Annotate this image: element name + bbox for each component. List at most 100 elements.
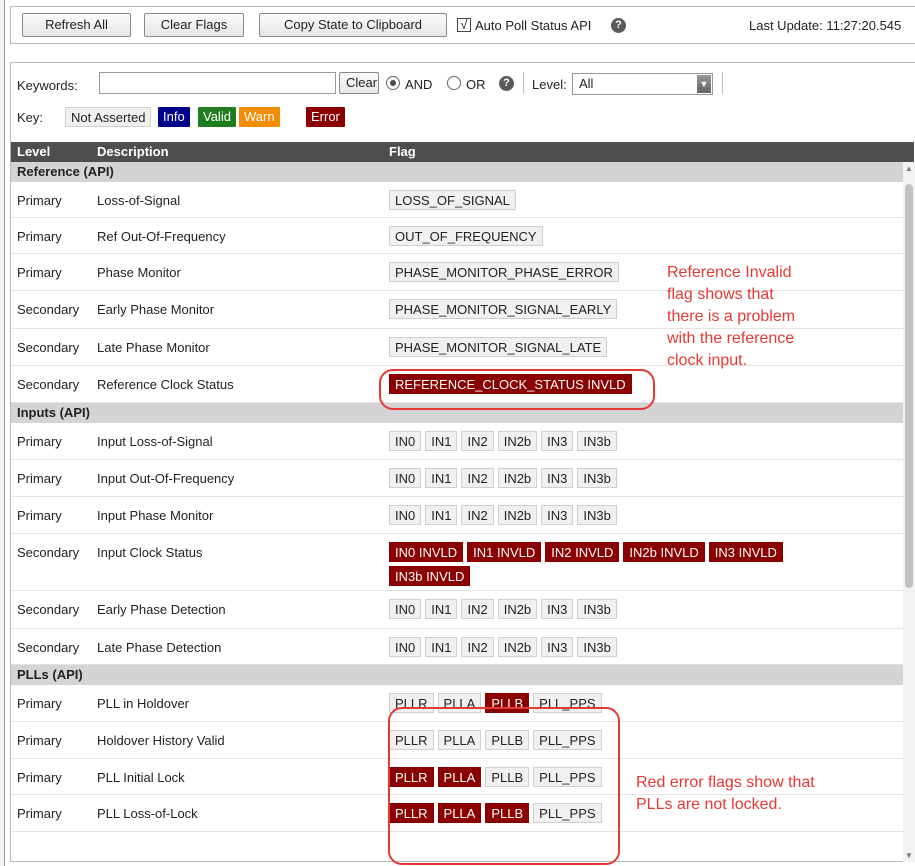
table-header: Level Description Flag bbox=[11, 142, 914, 162]
separator bbox=[722, 72, 723, 94]
flag-badge: IN0 bbox=[389, 468, 422, 488]
flag-badge: IN1 INVLD bbox=[467, 542, 542, 562]
row-description: Input Loss-of-Signal bbox=[97, 434, 213, 449]
row-description: Early Phase Monitor bbox=[97, 302, 215, 317]
copy-state-button[interactable]: Copy State to Clipboard bbox=[259, 13, 447, 37]
annotation-line: Red error flags show that bbox=[636, 774, 815, 791]
filter-help-icon[interactable]: ? bbox=[499, 76, 514, 91]
or-label: OR bbox=[466, 77, 486, 92]
row-flags: IN0 IN1 IN2 IN2b IN3 IN3b bbox=[389, 505, 859, 529]
flag-badge: IN2 bbox=[461, 637, 494, 657]
description-column-header: Description bbox=[97, 144, 169, 159]
level-select-value: All bbox=[579, 76, 594, 91]
scroll-down-icon[interactable]: ▼ bbox=[904, 851, 914, 860]
flag-badge: IN2b bbox=[497, 431, 538, 451]
row-level: Secondary bbox=[17, 377, 80, 392]
scrollbar-thumb[interactable] bbox=[905, 184, 913, 588]
flag-badge: PHASE_MONITOR_SIGNAL_LATE bbox=[389, 337, 608, 357]
key-label: Key: bbox=[17, 110, 44, 125]
flag-badge: IN3 bbox=[541, 468, 574, 488]
flag-badge: IN2 bbox=[461, 468, 494, 488]
flag-badge: IN3 bbox=[541, 431, 574, 451]
flag-badge: IN1 bbox=[425, 505, 458, 525]
clear-flags-button[interactable]: Clear Flags bbox=[144, 13, 244, 37]
row-description: Reference Clock Status bbox=[97, 377, 234, 392]
row-description: Input Phase Monitor bbox=[97, 508, 214, 523]
row-level: Primary bbox=[17, 770, 62, 785]
flag-badge: IN3 INVLD bbox=[708, 542, 783, 562]
flag-badge: IN0 bbox=[389, 505, 422, 525]
clear-keywords-button[interactable]: Clear bbox=[339, 72, 379, 94]
help-icon[interactable]: ? bbox=[611, 18, 626, 33]
flag-badge: IN2b bbox=[497, 637, 538, 657]
pll-error-annotation: Red error flags show that PLLs are not lo… bbox=[636, 772, 815, 816]
or-radio[interactable] bbox=[447, 76, 461, 90]
flag-badge: IN2 bbox=[461, 599, 494, 619]
row-flags: IN0 INVLD IN1 INVLD IN2 INVLD IN2b INVLD IN3… bbox=[389, 542, 859, 590]
flag-badge: IN3b bbox=[577, 505, 617, 525]
table-row: Primary Input Loss-of-Signal IN0 IN1 IN2 IN2b… bbox=[11, 423, 904, 460]
flag-badge: PHASE_MONITOR_SIGNAL_EARLY bbox=[389, 299, 618, 319]
row-level: Primary bbox=[17, 508, 62, 523]
row-description: Late Phase Detection bbox=[97, 640, 222, 655]
key-valid-badge: Valid bbox=[198, 107, 236, 127]
group-header: PLLs (API) bbox=[11, 665, 904, 685]
flag-badge: IN2b bbox=[497, 599, 538, 619]
flag-badge: PHASE_MONITOR_PHASE_ERROR bbox=[389, 262, 619, 282]
separator bbox=[523, 72, 524, 94]
row-level: Primary bbox=[17, 193, 62, 208]
flag-badge: IN2 INVLD bbox=[545, 542, 620, 562]
and-radio[interactable] bbox=[386, 76, 400, 90]
keywords-label: Keywords: bbox=[17, 78, 78, 93]
row-description: Late Phase Monitor bbox=[97, 340, 210, 355]
flag-badge: IN2 bbox=[461, 505, 494, 525]
flag-badge: IN3b bbox=[577, 599, 617, 619]
table-row: Secondary Input Clock Status IN0 INVLD IN1 … bbox=[11, 534, 904, 591]
keywords-input[interactable] bbox=[99, 72, 336, 94]
annotation-line: there is a problem bbox=[667, 308, 796, 325]
row-level: Primary bbox=[17, 733, 62, 748]
flag-badge: IN2b INVLD bbox=[623, 542, 705, 562]
flag-badge: IN0 bbox=[389, 637, 422, 657]
flag-badge: IN0 bbox=[389, 599, 422, 619]
row-level: Secondary bbox=[17, 545, 80, 560]
scroll-up-icon[interactable]: ▲ bbox=[904, 164, 914, 173]
row-level: Primary bbox=[17, 434, 62, 449]
row-flags: IN0 IN1 IN2 IN2b IN3 IN3b bbox=[389, 599, 859, 623]
auto-poll-checkbox[interactable]: √ bbox=[457, 18, 471, 32]
and-label: AND bbox=[405, 77, 433, 92]
row-description: PLL Loss-of-Lock bbox=[97, 806, 198, 821]
row-description: Input Out-Of-Frequency bbox=[97, 471, 235, 486]
flag-badge: IN1 bbox=[425, 599, 458, 619]
row-description: Ref Out-Of-Frequency bbox=[97, 229, 226, 244]
flag-badge: IN3b bbox=[577, 431, 617, 451]
vertical-scrollbar[interactable]: ▲ ▼ bbox=[903, 162, 915, 862]
flag-badge: IN3 bbox=[541, 505, 574, 525]
flag-badge: IN1 bbox=[425, 468, 458, 488]
row-level: Secondary bbox=[17, 640, 80, 655]
row-level: Primary bbox=[17, 229, 62, 244]
group-header: Reference (API) bbox=[11, 162, 904, 182]
row-flags: IN0 IN1 IN2 IN2b IN3 IN3b bbox=[389, 468, 859, 492]
toolbar: Refresh All Clear Flags Copy State to Cl… bbox=[10, 6, 915, 44]
row-description: PLL in Holdover bbox=[97, 696, 190, 711]
row-flags: IN0 IN1 IN2 IN2b IN3 IN3b bbox=[389, 431, 859, 455]
flag-badge: IN3b INVLD bbox=[389, 566, 471, 586]
refresh-all-button[interactable]: Refresh All bbox=[22, 13, 131, 37]
last-update-text: Last Update: 11:27:20.545 bbox=[749, 18, 902, 33]
row-flags: OUT_OF_FREQUENCY bbox=[389, 226, 859, 250]
flag-badge: IN2b bbox=[497, 468, 538, 488]
key-error-badge: Error bbox=[306, 107, 345, 127]
annotation-line: flag shows that bbox=[667, 286, 774, 303]
table-row: Secondary Early Phase Detection IN0 IN1 IN2 I… bbox=[11, 591, 904, 629]
row-description: Holdover History Valid bbox=[97, 733, 225, 748]
flag-badge: IN3 bbox=[541, 599, 574, 619]
flag-badge: IN3 bbox=[541, 637, 574, 657]
level-select[interactable]: All ▼ bbox=[572, 73, 713, 95]
table-row: Primary Input Phase Monitor IN0 IN1 IN2 IN2b I… bbox=[11, 497, 904, 534]
flag-badge: IN1 bbox=[425, 431, 458, 451]
row-level: Primary bbox=[17, 471, 62, 486]
row-description: Phase Monitor bbox=[97, 265, 181, 280]
annotation-line: clock input. bbox=[667, 352, 748, 369]
flag-badge: LOSS_OF_SIGNAL bbox=[389, 190, 516, 210]
